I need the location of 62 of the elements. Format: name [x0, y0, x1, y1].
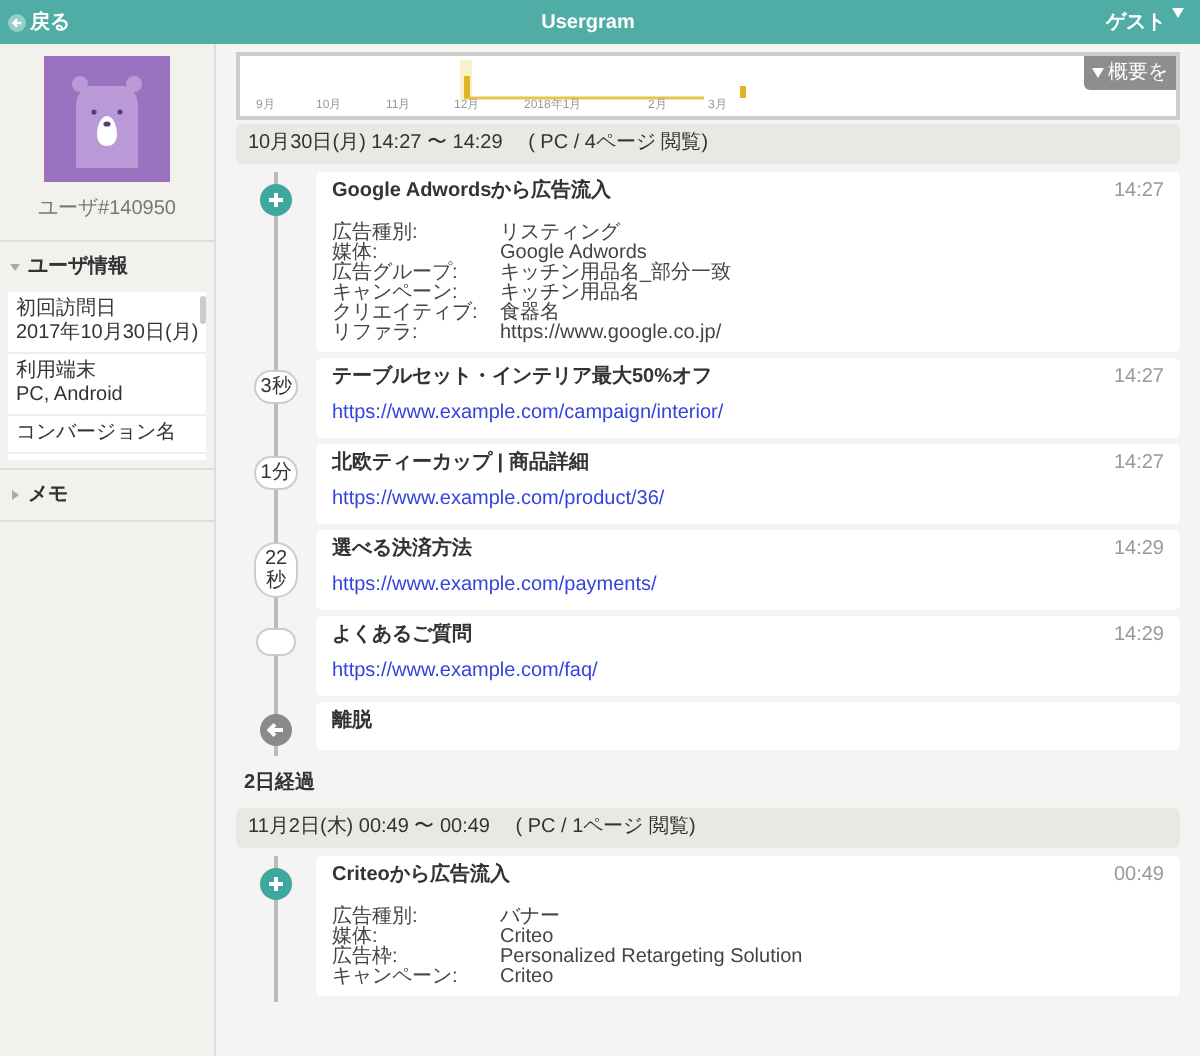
detail-label: 広告枠:: [332, 948, 400, 968]
session-header: 11月2日(木) 00:49 〜 00:49 ( PC / 1ページ 閲覧): [236, 808, 1180, 848]
event-title: Google Adwordsから広告流入: [332, 180, 612, 204]
section-header[interactable]: ユーザ情報: [0, 242, 138, 292]
page-url-link[interactable]: https://www.example.com/campaign/interior/: [332, 402, 724, 424]
detail-value: Criteo: [500, 928, 554, 948]
session-header: 10月30日(月) 14:27 〜 14:29 ( PC / 4ページ 閲覧): [236, 124, 1180, 164]
detail-value: リスティング: [500, 224, 620, 244]
plus-circle-icon: [260, 184, 292, 216]
app-title: Usergram: [541, 9, 635, 37]
caret-icon: [1092, 68, 1104, 78]
detail-value: Criteo: [500, 968, 556, 988]
caret-icon: [1171, 7, 1184, 17]
event-time: 00:49: [1113, 864, 1164, 888]
info-label: 初回訪問日: [16, 298, 118, 322]
page-url-link[interactable]: https://www.example.com/payments/: [332, 574, 657, 596]
detail-label: リファラ:: [332, 324, 420, 344]
info-value: PC, Android: [16, 384, 125, 408]
info-label: コンバージョン名: [16, 422, 178, 446]
detail-value: 食器名: [500, 304, 560, 324]
event-time: 14:29: [1113, 624, 1164, 648]
chevron-icon: [10, 262, 20, 272]
event-title: 選べる決済方法: [332, 538, 472, 562]
elapsed-time-label: 22秒: [254, 542, 298, 598]
back-arrow-icon: [8, 13, 26, 31]
event-time: 14:27: [1113, 452, 1164, 476]
plus-circle-icon: [260, 868, 292, 900]
page-url-link[interactable]: https://www.example.com/faq/: [332, 660, 598, 682]
event-time: 14:27: [1113, 366, 1164, 390]
arrow-circle-icon: [260, 714, 292, 746]
detail-label: キャンペーン:: [332, 284, 458, 304]
info-label: 利用端末: [16, 360, 98, 384]
detail-value: https://www.google.co.jp/: [500, 324, 724, 344]
detail-value: Google Adwords: [500, 244, 649, 264]
event-title: 離脱: [332, 710, 372, 734]
detail-label: 広告グループ:: [332, 264, 460, 284]
detail-label: キャンペーン:: [332, 968, 460, 988]
event-time: 14:27: [1113, 180, 1164, 204]
bear-avatar-icon: [44, 56, 170, 182]
detail-label: 広告種別:: [332, 224, 420, 244]
elapsed-days-label: 2日経過: [244, 772, 316, 794]
detail-value: キッチン用品名: [500, 284, 642, 304]
event-title: テーブルセット・インテリア最大50%オフ: [332, 366, 713, 390]
elapsed-time-label: 1分: [254, 456, 298, 490]
info-value: 2017年10月30日(月): [16, 322, 198, 346]
detail-label: 媒体:: [332, 928, 378, 948]
chevron-icon: [10, 490, 20, 500]
detail-value: バナー: [500, 908, 562, 928]
elapsed-time-label: 3秒: [254, 370, 298, 404]
detail-value: キッチン用品名_部分一致: [500, 264, 734, 284]
user-id: ユーザ#140950: [38, 196, 176, 224]
section-header[interactable]: メモ: [0, 470, 78, 520]
timeline-node: [256, 628, 296, 656]
detail-label: 広告種別:: [332, 908, 420, 928]
detail-label: クリエイティブ:: [332, 304, 480, 324]
event-title: Criteoから広告流入: [332, 864, 510, 888]
detail-value: Personalized Retargeting Solution: [500, 948, 805, 968]
event-title: 北欧ティーカップ | 商品詳細: [332, 452, 589, 476]
event-time: 14:29: [1113, 538, 1164, 562]
page-url-link[interactable]: https://www.example.com/product/36/: [332, 488, 665, 510]
detail-label: 媒体:: [332, 244, 378, 264]
event-title: よくあるご質問: [332, 624, 472, 648]
